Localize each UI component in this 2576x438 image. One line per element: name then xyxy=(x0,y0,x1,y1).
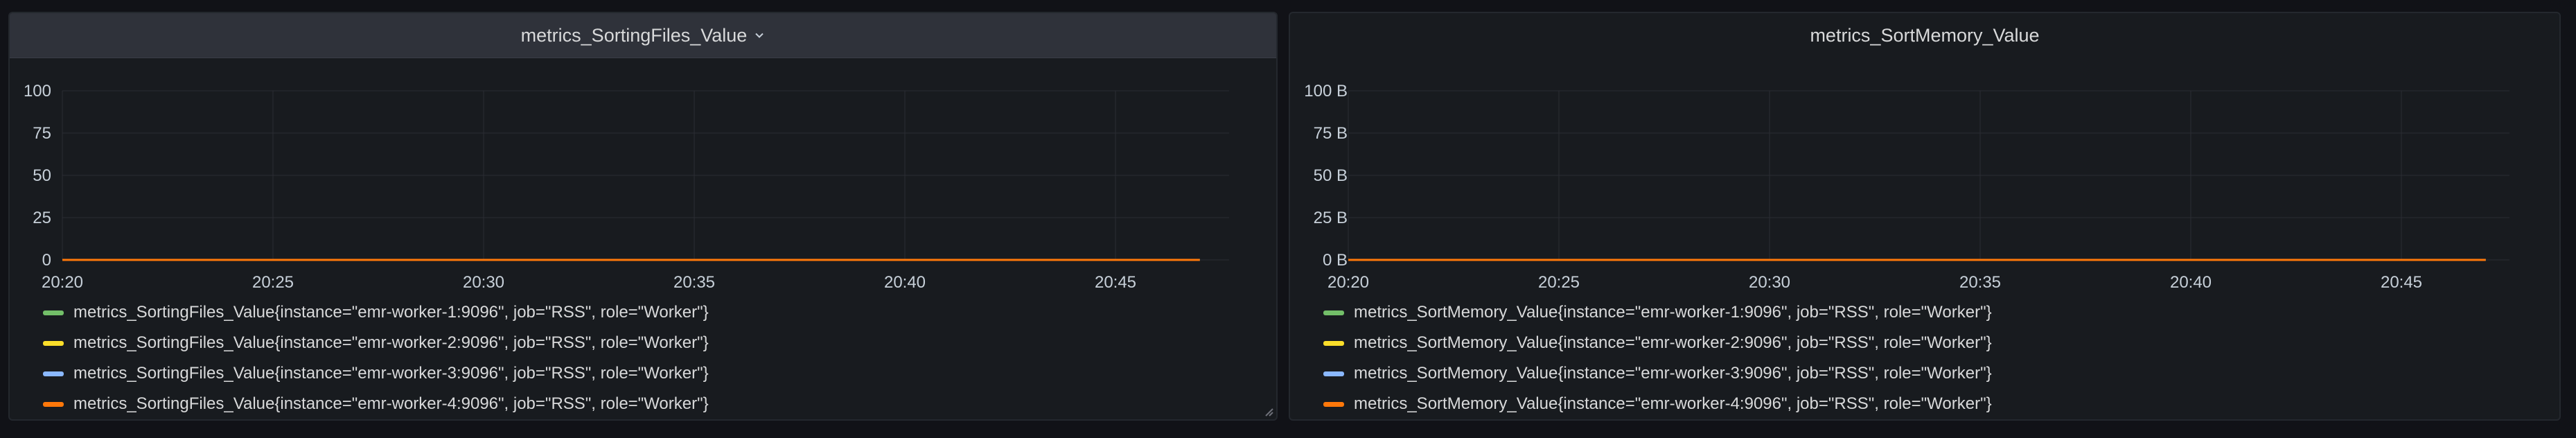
panel-sorting-files: metrics_SortingFiles_Value 0 25 50 75 100 20:… xyxy=(8,12,1278,421)
x-tick-label: 20:25 xyxy=(1538,273,1580,292)
x-tick-label: 20:35 xyxy=(673,273,715,292)
x-tick-label: 20:45 xyxy=(1095,273,1136,292)
y-tick-label: 100 xyxy=(24,82,51,100)
y-tick-label: 100 B xyxy=(1304,82,1348,100)
legend-label: metrics_SortMemory_Value{instance="emr-w… xyxy=(1354,303,1992,322)
panel-sort-memory: metrics_SortMemory_Value 0 B 25 B 50 B 75 B… xyxy=(1289,12,2561,421)
legend-item[interactable]: metrics_SortingFiles_Value{instance="emr… xyxy=(43,297,709,328)
series-color-swatch xyxy=(1323,371,1344,376)
legend-label: metrics_SortingFiles_Value{instance="emr… xyxy=(73,364,709,383)
x-tick-label: 20:30 xyxy=(463,273,504,292)
legend: metrics_SortMemory_Value{instance="emr-w… xyxy=(1323,297,1992,419)
series-color-swatch xyxy=(43,401,64,407)
series-color-swatch xyxy=(1323,340,1344,346)
x-tick-label: 20:35 xyxy=(1959,273,2001,292)
y-tick-label: 75 xyxy=(33,124,51,143)
legend-item[interactable]: metrics_SortMemory_Value{instance="emr-w… xyxy=(1323,297,1992,328)
legend-item[interactable]: metrics_SortMemory_Value{instance="emr-w… xyxy=(1323,358,1992,389)
legend-label: metrics_SortMemory_Value{instance="emr-w… xyxy=(1354,364,1992,383)
legend-label: metrics_SortingFiles_Value{instance="emr… xyxy=(73,394,709,413)
x-tick-label: 20:25 xyxy=(252,273,294,292)
x-tick-label: 20:45 xyxy=(2381,273,2422,292)
legend-item[interactable]: metrics_SortMemory_Value{instance="emr-w… xyxy=(1323,328,1992,358)
time-series-chart[interactable]: 0 B 25 B 50 B 75 B 100 B 20:20 20:25 20:30 20:35… xyxy=(1290,13,2561,292)
y-tick-label: 25 B xyxy=(1314,209,1348,227)
legend-label: metrics_SortingFiles_Value{instance="emr… xyxy=(73,333,709,352)
x-tick-label: 20:40 xyxy=(884,273,926,292)
x-tick-label: 20:20 xyxy=(1327,273,1369,292)
legend-item[interactable]: metrics_SortMemory_Value{instance="emr-w… xyxy=(1323,389,1992,419)
y-tick-label: 50 xyxy=(33,166,51,185)
legend-item[interactable]: metrics_SortingFiles_Value{instance="emr… xyxy=(43,358,709,389)
y-tick-label: 50 B xyxy=(1314,166,1348,185)
y-tick-label: 0 B xyxy=(1323,251,1348,270)
legend-item[interactable]: metrics_SortingFiles_Value{instance="emr… xyxy=(43,328,709,358)
series-color-swatch xyxy=(1323,401,1344,407)
time-series-chart[interactable]: 0 25 50 75 100 20:20 20:25 20:30 20:35 20:40 20:45 xyxy=(10,13,1278,292)
legend-label: metrics_SortMemory_Value{instance="emr-w… xyxy=(1354,394,1992,413)
legend: metrics_SortingFiles_Value{instance="emr… xyxy=(43,297,709,419)
resize-handle-icon[interactable] xyxy=(1264,407,1273,417)
x-tick-label: 20:20 xyxy=(42,273,83,292)
x-tick-label: 20:40 xyxy=(2170,273,2212,292)
y-tick-label: 25 xyxy=(33,209,51,227)
x-tick-label: 20:30 xyxy=(1749,273,1790,292)
series-color-swatch xyxy=(43,371,64,376)
legend-label: metrics_SortMemory_Value{instance="emr-w… xyxy=(1354,333,1992,352)
legend-label: metrics_SortingFiles_Value{instance="emr… xyxy=(73,303,709,322)
series-color-swatch xyxy=(1323,310,1344,315)
series-color-swatch xyxy=(43,310,64,315)
y-tick-label: 75 B xyxy=(1314,124,1348,143)
y-tick-label: 0 xyxy=(42,251,51,270)
legend-item[interactable]: metrics_SortingFiles_Value{instance="emr… xyxy=(43,389,709,419)
series-color-swatch xyxy=(43,340,64,346)
